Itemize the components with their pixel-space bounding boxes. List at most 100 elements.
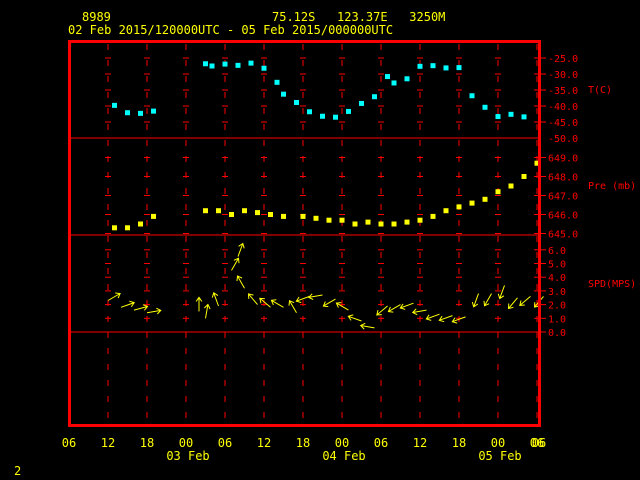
wind-arrow [107, 292, 121, 301]
temperature-point [469, 93, 475, 99]
temperature-point [281, 91, 286, 97]
x-tick-label: 00 [179, 436, 193, 450]
temperature-point [346, 108, 351, 114]
x-tick-label: 00 [335, 436, 349, 450]
temperature-point [391, 80, 397, 86]
pressure-point [469, 200, 475, 206]
wind-arrow [483, 293, 492, 307]
pressure-point [378, 221, 384, 227]
pressure-point [151, 213, 156, 219]
meteogram-chart: -25.0 -30.0 -35.0 -40.0 -45.0 -50.0 645.0 646.0… [62, 40, 636, 463]
temperature-tick-label: -45.0 [548, 118, 578, 129]
x-tick-label: 12 [413, 436, 427, 450]
pressure-point [456, 204, 462, 210]
wind-arrow [231, 257, 240, 271]
x-tick-label: 12 [101, 436, 115, 450]
wind-arrow [237, 242, 245, 257]
wind-arrow [146, 307, 162, 315]
wind-arrow [307, 293, 323, 301]
wind-speed-tick-label: 5.0 [548, 260, 566, 271]
pressure-point [203, 208, 208, 214]
wind-arrow [247, 293, 258, 305]
pressure-point [521, 174, 527, 179]
wind-arrow [270, 299, 284, 308]
grid [105, 44, 540, 424]
x-tick-label: 18 [296, 436, 310, 450]
pressure-point [268, 212, 273, 217]
date-label: 05 Feb [478, 449, 521, 463]
temperature-tick-label: -50.0 [548, 134, 578, 145]
wind-arrow [211, 292, 219, 307]
temperature-point [307, 109, 312, 115]
pressure-point [255, 210, 260, 216]
wind-arrow [347, 314, 362, 322]
pressure-point [300, 213, 306, 219]
temperature-point [385, 74, 390, 80]
pressure-point [404, 219, 410, 225]
wind-arrow [288, 299, 297, 314]
temperature-point [333, 114, 338, 120]
temperature-point [456, 65, 462, 71]
pressure-point [352, 221, 358, 227]
pressure-point [417, 217, 423, 223]
x-tick-label: 18 [452, 436, 466, 450]
x-tick-label: 06 [374, 436, 388, 450]
temperature-point [125, 110, 130, 116]
wind-arrow [203, 303, 211, 319]
panel-separators [69, 137, 539, 333]
pressure-tick-label: 646.0 [548, 211, 578, 222]
temperature-point [521, 114, 527, 120]
pressure-point [495, 189, 501, 195]
temperature-point [209, 63, 215, 69]
x-tick-label: 06 [62, 436, 76, 450]
pressure-point [430, 213, 436, 219]
temperature-point [372, 94, 377, 100]
x-tick-label: 18 [140, 436, 154, 450]
wind-speed-tick-label: 3.0 [548, 287, 566, 298]
pressure-point [138, 221, 143, 227]
x-tick-label: 12 [257, 436, 271, 450]
x-tick-label: 06 [532, 436, 546, 450]
wind-arrow [236, 275, 245, 289]
pressure-point [281, 213, 286, 219]
pressure-point [216, 208, 221, 214]
wind-arrow [120, 300, 136, 308]
date-label: 04 Feb [322, 449, 365, 463]
temperature-point [203, 61, 208, 67]
pressure-point [391, 221, 397, 227]
temperature-point [443, 65, 449, 71]
pressure-point [326, 217, 332, 223]
temperature-point [320, 113, 325, 119]
wind-arrow [438, 315, 453, 323]
wind-arrow [471, 293, 479, 308]
wind-arrow [259, 297, 271, 308]
temperature-point [112, 102, 117, 108]
wind-speed-tick-label: 2.0 [548, 301, 566, 312]
pressure-point [365, 219, 371, 225]
temperature-point [138, 110, 143, 116]
pressure-tick-label: 648.0 [548, 173, 578, 184]
temperature-point [235, 62, 241, 68]
pressure-point [482, 196, 488, 202]
temperature-point [248, 60, 254, 66]
temperature-axis-label: T(C) [588, 85, 612, 96]
wind-arrow [411, 308, 427, 316]
wind-arrow [133, 304, 149, 311]
wind-arrow [399, 302, 414, 310]
temperature-point [482, 104, 488, 110]
wind-arrow [195, 296, 203, 312]
wind-speed-axis-label: SPD(MPS) [588, 279, 636, 290]
temperature-point [274, 79, 280, 85]
wind-speed-tick-label: 0.0 [548, 328, 566, 339]
wind-series [107, 242, 544, 330]
temperature-point [261, 65, 267, 71]
wind-speed-tick-label: 1.0 [548, 314, 566, 325]
temperature-point [404, 76, 410, 82]
pressure-point [242, 208, 247, 214]
x-axis-ticks: 06 12 18 00 06 12 18 00 06 12 18 00 060603 Feb 04 Feb… [62, 436, 546, 463]
wind-arrow [497, 285, 505, 300]
pressure-point [112, 225, 117, 231]
wind-arrow [387, 304, 401, 313]
pressure-point [229, 212, 234, 217]
temperature-point [495, 114, 501, 120]
